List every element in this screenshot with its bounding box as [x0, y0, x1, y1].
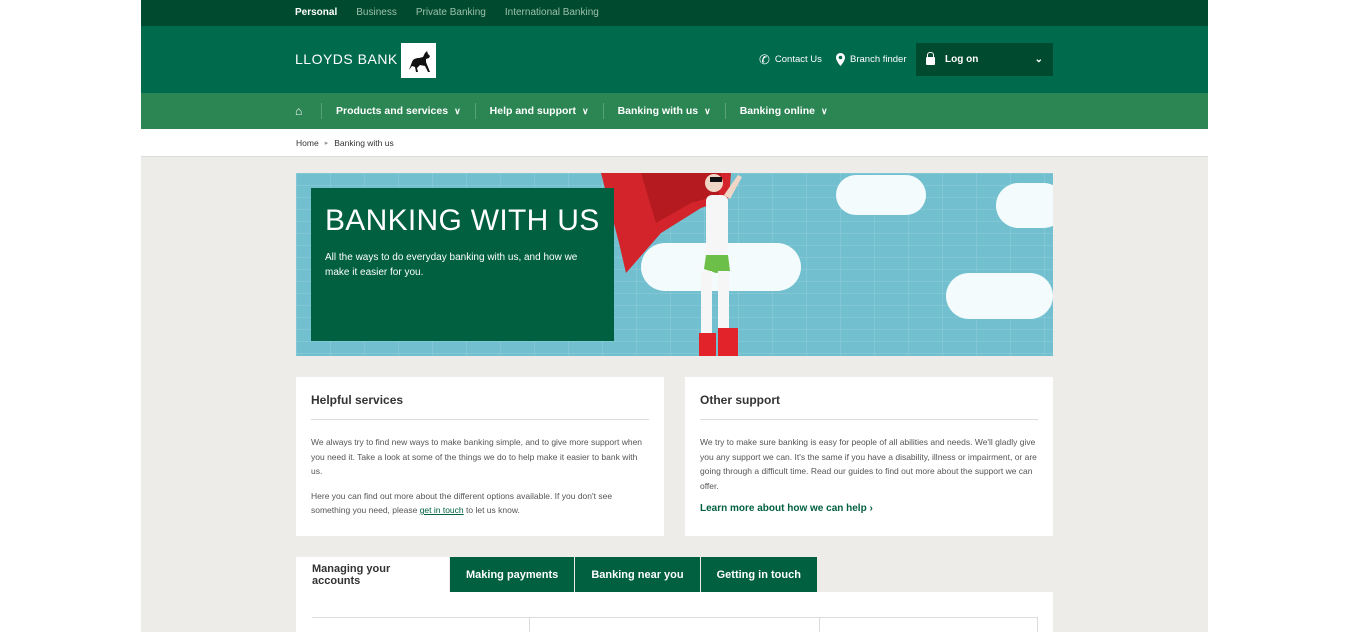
tab-panel-column: [312, 618, 530, 632]
main-nav: ⌂ Products and services ∨ Help and suppor…: [141, 93, 1208, 129]
chevron-down-icon: ∨: [582, 105, 589, 116]
tab-banking-near-you[interactable]: Banking near you: [575, 557, 701, 592]
tab-panel-column: [820, 618, 1038, 632]
contact-us-label: Contact Us: [774, 54, 822, 65]
log-on-label: Log on: [945, 54, 979, 65]
tab-panel: [296, 592, 1053, 632]
segment-business-link[interactable]: Business: [356, 7, 397, 18]
cloud-image: [946, 273, 1053, 319]
get-in-touch-link[interactable]: get in touch: [420, 505, 464, 515]
nav-label: Banking online: [739, 105, 815, 117]
branch-finder-label: Branch finder: [850, 54, 907, 65]
tab-making-payments[interactable]: Making payments: [450, 557, 576, 592]
map-pin-icon: [836, 53, 845, 66]
nav-label: Products and services: [336, 105, 449, 117]
chevron-right-icon: ▸: [324, 140, 329, 147]
chevron-down-icon: ∨: [704, 105, 711, 116]
learn-more-link[interactable]: Learn more about how we can help ›: [700, 503, 1038, 514]
other-support-text: We try to make sure banking is easy for …: [700, 437, 1037, 491]
segment-bar: Personal Business Private Banking Intern…: [141, 0, 1208, 26]
breadcrumb: Home ▸ Banking with us: [141, 129, 1208, 157]
other-support-card: Other support We try to make sure bankin…: [685, 377, 1053, 536]
logo-text[interactable]: LLOYDS BANK: [295, 51, 398, 67]
chevron-down-icon: ∨: [820, 105, 828, 116]
lock-icon: [926, 52, 935, 65]
helpful-services-card: Helpful services We always try to find n…: [296, 377, 664, 536]
hero-description: All the ways to do everyday banking with…: [325, 252, 578, 278]
nav-label: Banking with us: [617, 105, 699, 117]
nav-help-and-support[interactable]: Help and support ∨: [474, 103, 603, 119]
tab-managing-your-accounts[interactable]: Managing your accounts: [296, 557, 450, 592]
horse-logo-icon[interactable]: [401, 43, 436, 78]
breadcrumb-home-link[interactable]: Home: [296, 138, 319, 148]
phone-icon: ✆: [759, 52, 770, 67]
learn-more-label: Learn more about how we can help: [700, 503, 867, 514]
nav-products-and-services[interactable]: Products and services ∨: [321, 103, 475, 119]
tab-panel-column: [530, 618, 820, 632]
segment-international-banking-link[interactable]: International Banking: [505, 7, 599, 18]
site-header: LLOYDS BANK ✆ Contact Us Branch finder L…: [141, 26, 1208, 93]
chevron-right-icon: ›: [869, 503, 873, 514]
tab-panel-row: [312, 617, 1038, 632]
contact-us-link[interactable]: ✆ Contact Us: [759, 53, 822, 66]
segment-private-banking-link[interactable]: Private Banking: [416, 7, 486, 18]
other-support-title: Other support: [700, 377, 1038, 420]
helpful-services-text: We always try to find new ways to make b…: [311, 437, 643, 476]
helpful-services-title: Helpful services: [311, 377, 649, 420]
cloud-image: [996, 183, 1053, 228]
cloud-image: [836, 175, 926, 215]
nav-label: Help and support: [489, 105, 576, 117]
branch-finder-link[interactable]: Branch finder: [836, 53, 907, 66]
page: Personal Business Private Banking Intern…: [141, 0, 1208, 632]
nav-banking-with-us[interactable]: Banking with us ∨: [602, 103, 725, 119]
tab-bar: Managing your accounts Making payments B…: [296, 557, 818, 592]
chevron-down-icon: ∨: [454, 105, 461, 116]
child-superhero-image: [699, 174, 742, 356]
tab-getting-in-touch[interactable]: Getting in touch: [700, 557, 818, 592]
hero-panel: BANKING WITH US All the ways to do every…: [311, 188, 614, 341]
text-span: to let us know.: [463, 505, 520, 515]
hero-banner: BANKING WITH US All the ways to do every…: [296, 173, 1053, 356]
segment-personal-link[interactable]: Personal: [295, 7, 337, 18]
nav-banking-online[interactable]: Banking online ∨: [724, 103, 842, 119]
helpful-services-options-text: Here you can find out more about the dif…: [311, 489, 649, 518]
chevron-down-icon: ⌄: [1034, 54, 1043, 65]
log-on-button[interactable]: Log on ⌄: [916, 43, 1053, 76]
breadcrumb-current: Banking with us: [334, 138, 394, 148]
page-title: BANKING WITH US: [325, 204, 600, 237]
home-icon[interactable]: ⌂: [295, 105, 307, 117]
